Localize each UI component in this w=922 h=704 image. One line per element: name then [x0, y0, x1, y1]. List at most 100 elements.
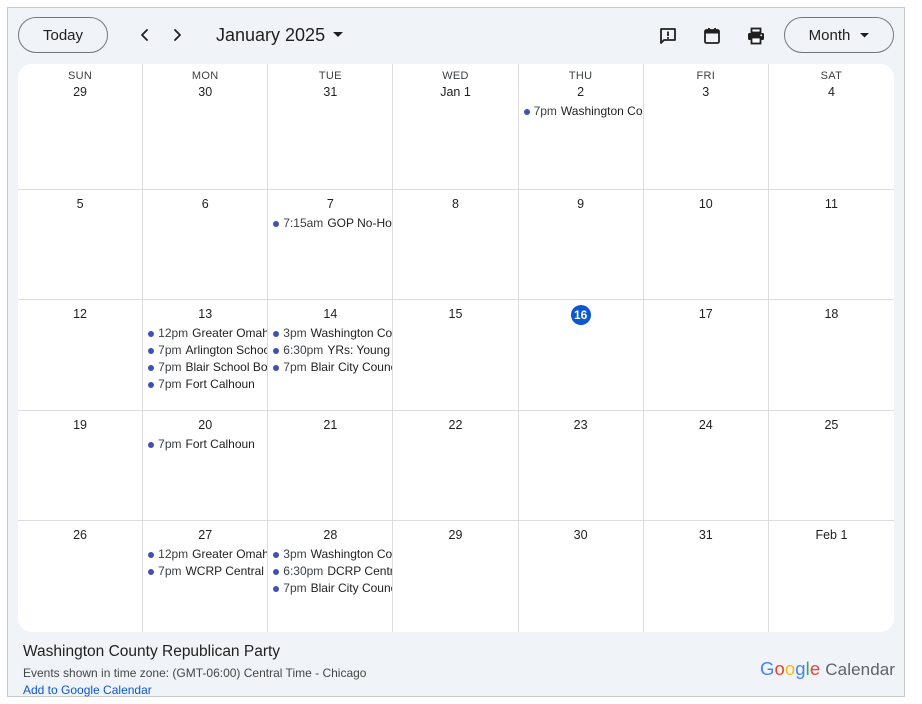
day-cell[interactable]: 20 7pm Fort Calhoun — [143, 411, 269, 521]
event-dot-icon — [523, 108, 530, 115]
day-cell[interactable]: 15 — [393, 300, 519, 411]
event-time: 6:30pm — [283, 343, 324, 357]
event-dot-icon — [273, 364, 280, 371]
open-calendar-button[interactable] — [700, 24, 724, 48]
event-dot-icon — [148, 441, 155, 448]
month-picker[interactable]: January 2025 — [216, 22, 344, 48]
day-cell[interactable]: 30 — [519, 521, 644, 632]
day-number: 29 — [73, 85, 88, 99]
day-cell[interactable]: 19 — [18, 411, 144, 521]
day-cell[interactable]: 8 — [393, 190, 519, 300]
day-cell[interactable]: 29 — [393, 521, 519, 632]
view-selector-label: Month — [808, 26, 851, 44]
feedback-button[interactable] — [656, 24, 680, 48]
event-dot-icon — [148, 347, 155, 354]
day-cell[interactable]: 11 — [768, 190, 894, 300]
event-item[interactable]: 7pmBlair City Council — [268, 580, 392, 597]
event-item[interactable]: 6:30pmYRs: Young Republicans — [268, 342, 392, 359]
logo-letter: e — [809, 658, 821, 679]
view-selector-button[interactable]: Month — [784, 17, 894, 53]
event-item[interactable]: 7pmArlington School Board — [143, 342, 267, 359]
day-number: 16 — [519, 305, 643, 325]
event-time: 7pm — [158, 343, 182, 357]
event-item[interactable]: 6:30pmDCRP Central — [268, 563, 392, 580]
event-title: Washington County — [310, 326, 393, 340]
event-item[interactable]: 3pmWashington County — [268, 325, 392, 342]
day-cell[interactable]: 21 — [268, 411, 394, 521]
day-cell[interactable]: MON 30 — [143, 64, 269, 190]
day-number: 20 — [198, 418, 213, 432]
event-item[interactable]: 7pm Fort Calhoun — [143, 376, 267, 393]
day-cell[interactable]: WED Jan 1 — [393, 64, 519, 190]
day-cell[interactable]: 23 — [518, 411, 644, 521]
day-cell[interactable]: SAT 4 — [768, 64, 894, 190]
event-item[interactable]: 7pmBlair City Council — [268, 359, 392, 376]
day-number: 21 — [323, 418, 338, 432]
day-cell[interactable]: 9 — [518, 190, 644, 300]
print-button[interactable] — [744, 24, 768, 48]
event-dot-icon — [273, 568, 280, 575]
event-dot-icon — [273, 347, 280, 354]
day-cell[interactable]: 6 — [143, 190, 269, 300]
event-item[interactable]: 7:15amGOP No-Host Breakfast — [268, 215, 392, 232]
day-cell[interactable]: 13 12pmGreater Omaha7pmArlington School B… — [143, 300, 269, 411]
day-number: 10 — [698, 197, 713, 211]
event-title: DCRP Central — [327, 564, 392, 578]
day-cell[interactable]: 143pmWashington County6:30pmYRs: Young R… — [268, 300, 394, 411]
day-number: 11 — [824, 197, 838, 211]
event-title: Greater Omaha — [192, 326, 268, 340]
day-cell[interactable]: 5 — [18, 190, 144, 300]
event-item[interactable]: 7pmWashington County Republican Party — [519, 103, 643, 120]
google-calendar-logo[interactable]: Google Calendar — [760, 658, 895, 680]
day-cell[interactable]: THU 2 7pmWashington County Republican Part… — [518, 64, 644, 190]
day-cell[interactable]: 22 — [393, 411, 519, 521]
event-title: WCRP Central Committee — [185, 564, 267, 578]
calendar-wordmark: Calendar — [825, 660, 896, 679]
day-number: 29 — [448, 528, 463, 542]
event-item[interactable]: 7pm Fort Calhoun — [143, 436, 267, 453]
day-number: 12 — [73, 307, 88, 321]
day-cell[interactable]: Feb 1 — [769, 521, 894, 632]
event-title: Blair City Council — [310, 581, 393, 595]
day-cell[interactable]: 26 — [18, 521, 144, 632]
today-marker: 16 — [570, 305, 591, 325]
event-item[interactable]: 12pm Greater Omaha — [143, 325, 267, 342]
day-cell[interactable]: 12 — [18, 300, 144, 411]
event-item[interactable]: 12pm Greater Omaha — [143, 546, 267, 563]
day-number: 31 — [323, 85, 338, 99]
day-cell[interactable]: FRI 3 — [643, 64, 769, 190]
day-number: 23 — [573, 418, 588, 432]
day-number: 15 — [448, 307, 463, 321]
today-button[interactable]: Today — [18, 17, 108, 53]
next-month-button[interactable] — [165, 23, 189, 47]
day-cell[interactable]: 17 — [643, 300, 769, 411]
day-cell[interactable]: 16 — [518, 300, 644, 411]
day-number: 5 — [76, 197, 84, 211]
feedback-icon — [660, 28, 676, 44]
day-cell[interactable]: 10 — [643, 190, 769, 300]
logo-letter: g — [795, 658, 806, 679]
prev-month-button[interactable] — [133, 23, 157, 47]
add-to-google-calendar-link[interactable]: Add to Google Calendar — [23, 683, 152, 697]
event-time: 7pm — [158, 437, 182, 451]
logo-letter: o — [774, 658, 785, 679]
day-cell[interactable]: 77:15amGOP No-Host Breakfast — [268, 190, 394, 300]
day-cell[interactable]: 18 — [768, 300, 894, 411]
event-time: 7:15am — [283, 216, 324, 230]
day-cell[interactable]: 24 — [643, 411, 769, 521]
event-item[interactable]: 3pmWashington County — [268, 546, 392, 563]
event-list: 7pmWashington County Republican Party — [519, 103, 643, 120]
event-time: 7pm — [158, 377, 182, 391]
month-title: January 2025 — [216, 24, 326, 45]
day-cell[interactable]: TUE 31 — [268, 64, 394, 190]
day-cell[interactable]: 31 — [644, 521, 769, 632]
calendar-name: Washington County Republican Party — [23, 643, 281, 660]
day-cell[interactable]: SUN 29 — [18, 64, 144, 190]
event-item[interactable]: 7pmBlair School Board — [143, 359, 267, 376]
event-list: 3pmWashington County6:30pmYRs: Young Rep… — [268, 325, 392, 376]
day-number: 13 — [198, 307, 213, 321]
day-cell[interactable]: 2712pmGreater Omaha7pmWCRP Central Commi… — [143, 521, 269, 632]
day-cell[interactable]: 25 — [768, 411, 894, 521]
event-item[interactable]: 7pmWCRP Central Committee — [143, 563, 267, 580]
day-cell[interactable]: 283pmWashington County6:30pmDCRP Central… — [268, 521, 394, 632]
